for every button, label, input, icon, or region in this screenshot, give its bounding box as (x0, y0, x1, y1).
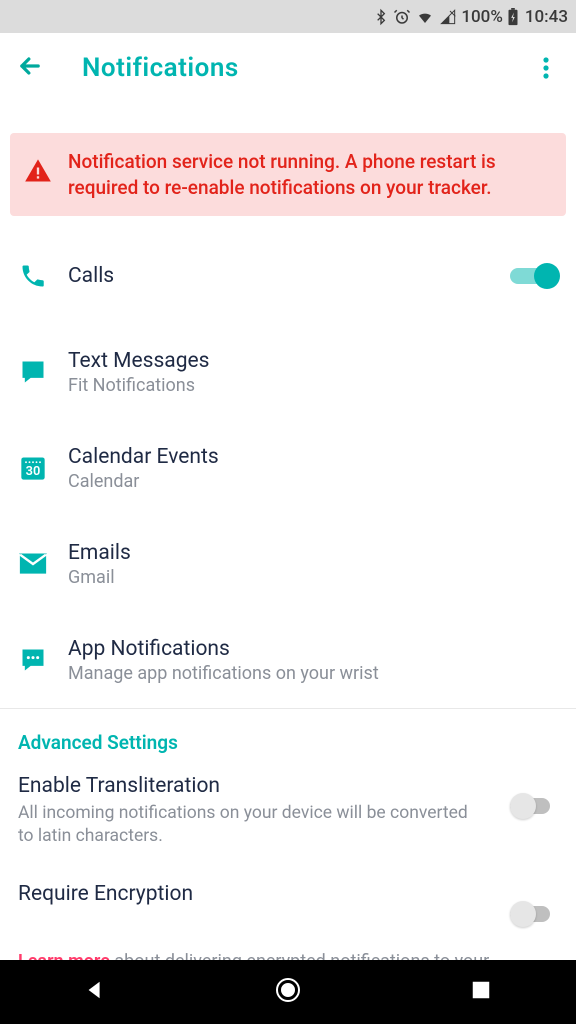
row-sub: All incoming notifications on your devic… (18, 802, 486, 848)
clock-text: 10:43 (525, 7, 568, 27)
section-advanced-title: Advanced Settings (0, 709, 576, 764)
row-calendar[interactable]: 30 Calendar Events Calendar (0, 420, 576, 516)
row-label: Text Messages (68, 349, 558, 373)
signal-icon (439, 9, 457, 25)
wifi-icon (415, 9, 435, 25)
battery-icon (507, 8, 519, 26)
warning-triangle-icon (24, 157, 52, 189)
svg-text:30: 30 (26, 464, 41, 479)
calls-toggle[interactable] (510, 262, 558, 290)
back-arrow-icon[interactable] (16, 52, 44, 84)
calendar-icon: 30 (18, 453, 48, 483)
app-bar: Notifications (0, 33, 576, 103)
chat-icon (18, 357, 48, 387)
row-label: App Notifications (68, 637, 558, 661)
row-sub: Manage app notifications on your wrist (68, 663, 558, 684)
row-label: Emails (68, 541, 558, 565)
row-sub: Gmail (68, 567, 558, 588)
transliteration-toggle[interactable] (510, 792, 558, 820)
row-transliteration[interactable]: Enable Transliteration All incoming noti… (0, 764, 576, 856)
battery-percent: 100% (461, 7, 503, 27)
row-calls[interactable]: Calls (0, 228, 576, 324)
nav-recent-icon[interactable] (470, 979, 492, 1005)
warning-text: Notification service not running. A phon… (68, 149, 550, 200)
row-sub: Fit Notifications (68, 375, 558, 396)
mail-icon (18, 549, 48, 579)
nav-back-icon[interactable] (84, 979, 106, 1005)
page-title: Notifications (82, 53, 239, 83)
encryption-toggle[interactable] (510, 900, 558, 928)
row-label: Calendar Events (68, 445, 558, 469)
row-encryption[interactable]: Require Encryption (0, 856, 576, 936)
row-emails[interactable]: Emails Gmail (0, 516, 576, 612)
row-text-messages[interactable]: Text Messages Fit Notifications (0, 324, 576, 420)
nav-home-icon[interactable] (274, 976, 302, 1008)
alarm-icon (393, 8, 411, 26)
bluetooth-icon (373, 8, 389, 26)
apps-icon (18, 645, 48, 675)
android-status-bar: 100% 10:43 (0, 0, 576, 33)
row-label: Require Encryption (18, 882, 486, 906)
phone-icon (18, 261, 48, 291)
android-nav-bar (0, 960, 576, 1024)
row-sub: Calendar (68, 471, 558, 492)
row-label: Enable Transliteration (18, 774, 486, 798)
overflow-menu-icon[interactable] (532, 54, 560, 82)
row-app-notifications[interactable]: App Notifications Manage app notificatio… (0, 612, 576, 708)
warning-banner: Notification service not running. A phon… (10, 133, 566, 216)
row-label: Calls (68, 264, 510, 288)
